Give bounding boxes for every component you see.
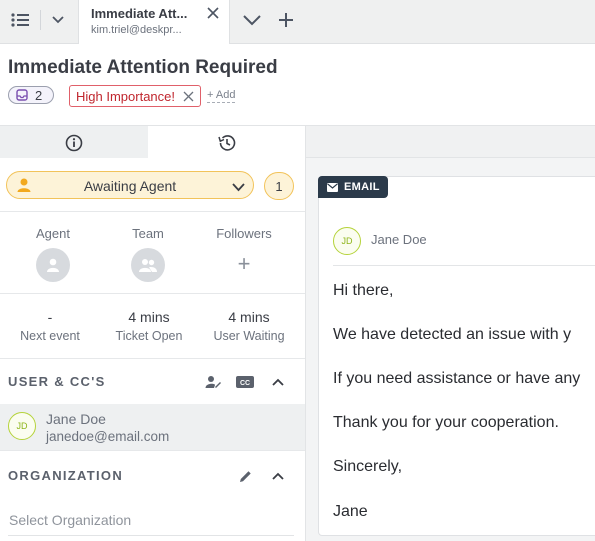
pencil-icon[interactable] (236, 467, 254, 485)
user-edit-icon[interactable] (203, 373, 223, 391)
tab-history[interactable] (148, 126, 305, 159)
email-body-line: Jane (333, 503, 368, 520)
plus-icon (279, 13, 293, 27)
count-value: 2 (35, 87, 43, 103)
list-icon[interactable] (4, 6, 36, 34)
info-icon (65, 134, 83, 151)
message-toolbar (306, 125, 595, 158)
email-body-line: Hi there, (333, 282, 394, 299)
tab-bar: Immediate Att... kim.triel@deskpr... (0, 0, 595, 44)
team-icon[interactable] (131, 248, 165, 282)
chevron-down-icon[interactable] (44, 6, 72, 34)
divider (333, 265, 595, 266)
team-assign[interactable]: Team (98, 226, 198, 282)
close-icon[interactable] (183, 90, 194, 105)
svg-text:CC: CC (240, 380, 250, 387)
stat-label: Ticket Open (115, 329, 183, 343)
agent-assign[interactable]: Agent (3, 226, 103, 282)
label-tag[interactable]: High Importance! (69, 85, 201, 107)
stat-value: - (47, 309, 53, 325)
avatar: JD (333, 227, 361, 255)
stat-user-waiting: 4 mins User Waiting (199, 309, 299, 343)
add-follower-button[interactable]: + (227, 247, 261, 281)
stat-next-event: - Next event (0, 309, 100, 343)
user-name: Jane Doe (46, 411, 106, 427)
user-row[interactable]: JD Jane Doe janedoe@email.com (0, 404, 305, 450)
sender-name: Jane Doe (371, 232, 427, 247)
history-icon (218, 134, 236, 151)
team-label: Team (132, 226, 164, 241)
divider (0, 211, 305, 212)
org-section-title: ORGANIZATION (8, 468, 124, 483)
cc-icon[interactable]: CC (234, 373, 256, 391)
org-select-input[interactable]: Select Organization (9, 512, 131, 528)
chevron-up-icon[interactable] (268, 373, 288, 391)
ticket-tab[interactable]: Immediate Att... kim.triel@deskpr... (78, 0, 230, 44)
divider (0, 293, 305, 294)
divider (0, 450, 305, 451)
stat-label: Next event (20, 329, 80, 343)
email-body-line: We have detected an issue with y (333, 326, 572, 343)
chevron-up-icon[interactable] (268, 467, 288, 485)
add-label-button[interactable]: + Add (207, 89, 236, 103)
inbox-icon (16, 89, 28, 101)
stat-label: User Waiting (213, 329, 285, 343)
tab-bar-divider (40, 10, 41, 30)
tab-title: Immediate Att... (91, 6, 188, 21)
status-dropdown[interactable]: Awaiting Agent (6, 171, 254, 199)
ticket-count-badge[interactable]: 2 (8, 86, 54, 104)
email-badge-label: EMAIL (344, 181, 380, 193)
avatar: JD (8, 412, 36, 440)
tab-info[interactable] (0, 126, 148, 159)
followers-assign[interactable]: Followers + (194, 226, 294, 281)
user-icon[interactable] (36, 248, 70, 282)
email-body-line: Thank you for your cooperation. (333, 414, 559, 431)
label-text: High Importance! (76, 88, 175, 104)
users-section-title: USER & CC'S (8, 374, 106, 389)
chevron-down-icon[interactable] (238, 6, 266, 34)
status-count-badge: 1 (264, 172, 294, 200)
followers-label: Followers (216, 226, 272, 241)
email-message (318, 176, 595, 536)
chevron-down-icon (232, 179, 245, 197)
email-body-line: Sincerely, (333, 458, 403, 475)
page-title: Immediate Attention Required (8, 57, 278, 78)
stat-value: 4 mins (228, 309, 270, 325)
stat-ticket-open: 4 mins Ticket Open (99, 309, 199, 343)
stat-value: 4 mins (128, 309, 170, 325)
agent-label: Agent (36, 226, 70, 241)
user-email: janedoe@email.com (46, 429, 170, 444)
tab-subtitle: kim.triel@deskpr... (91, 24, 182, 36)
close-icon[interactable] (207, 6, 223, 22)
status-label: Awaiting Agent (83, 178, 177, 194)
envelope-icon (327, 182, 338, 192)
email-badge: EMAIL (318, 176, 388, 198)
sidebar-tabs (0, 125, 305, 159)
email-body-line: If you need assistance or have any (333, 370, 581, 387)
new-tab-button[interactable] (272, 6, 300, 34)
divider (0, 358, 305, 359)
org-input-underline (8, 535, 294, 536)
